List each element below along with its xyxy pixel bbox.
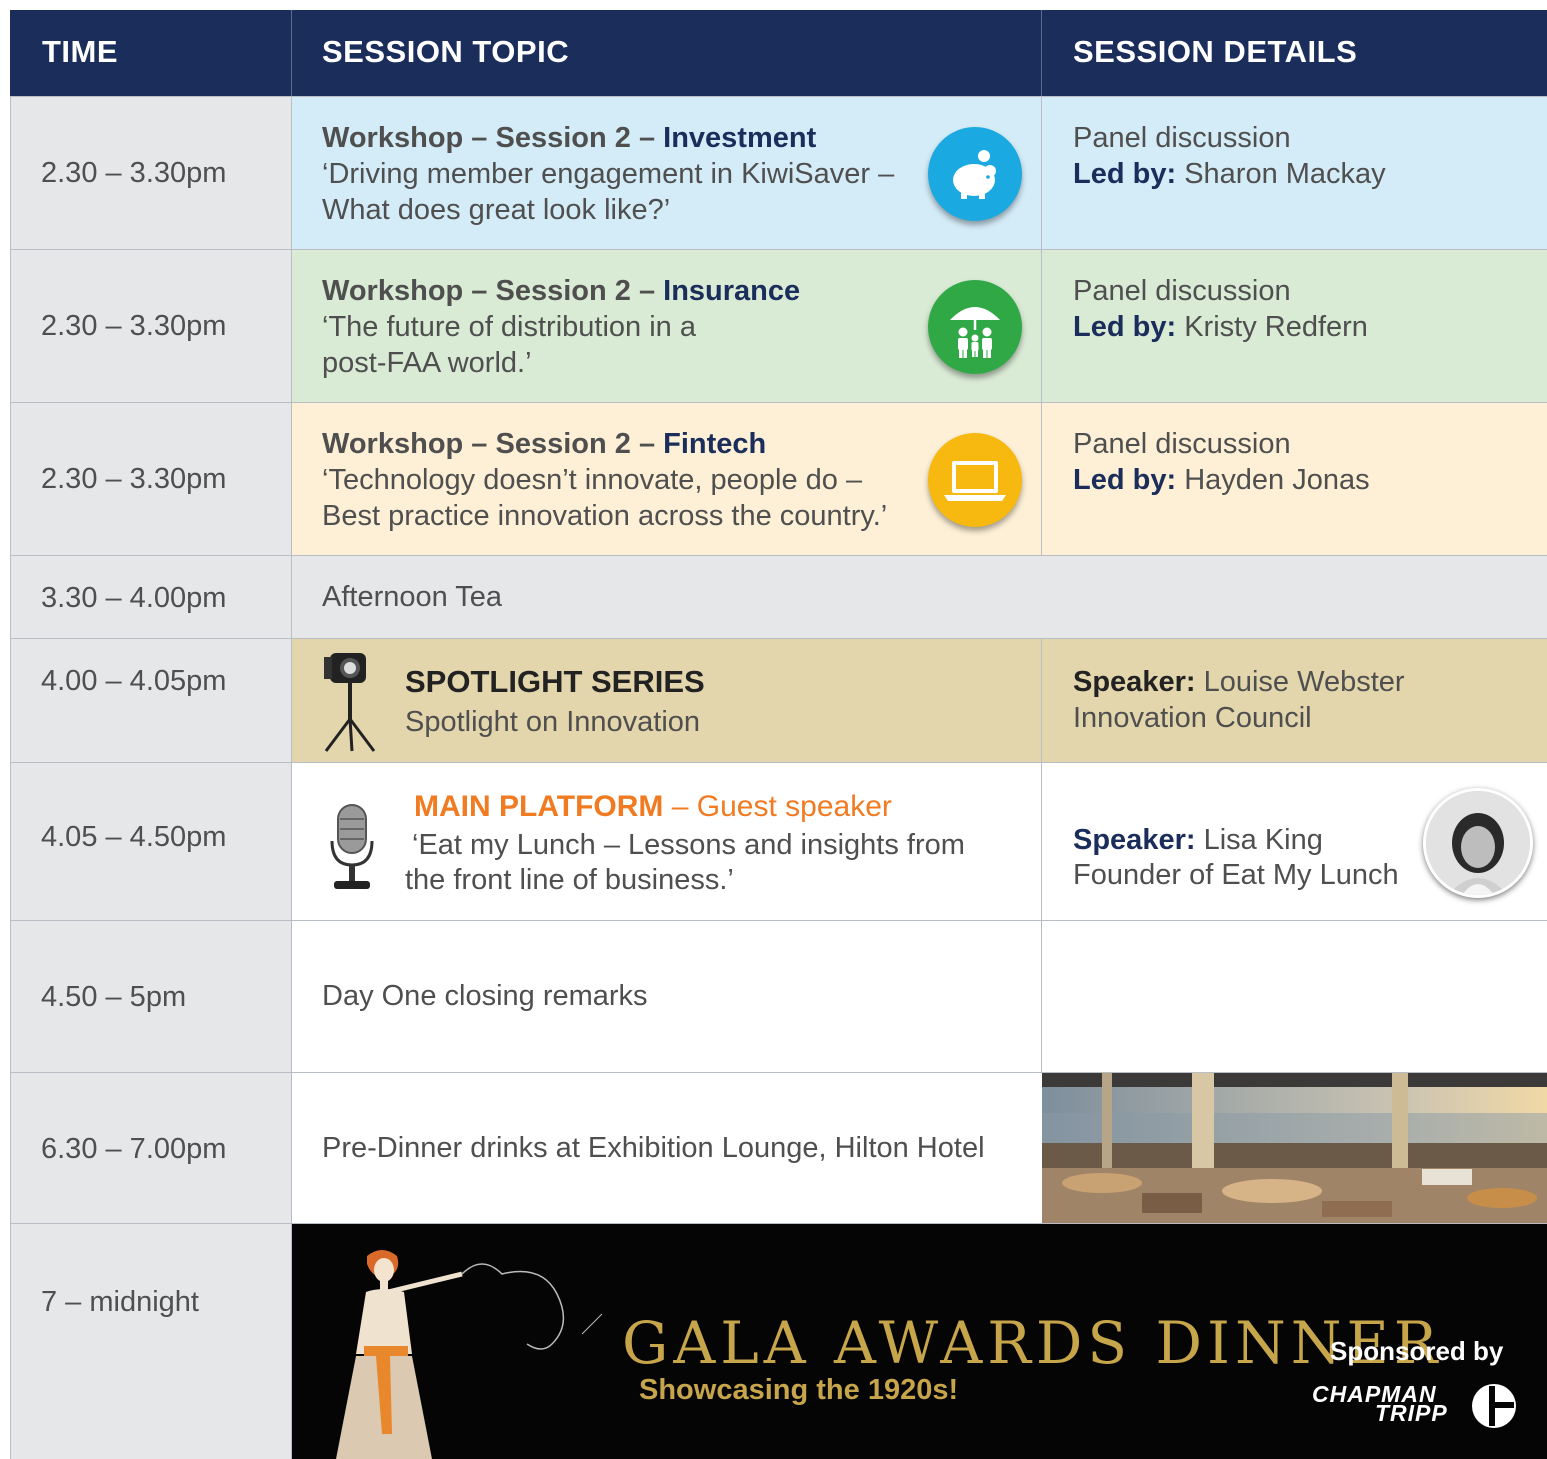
led-by: Led by: Kristy Redfern — [1073, 311, 1368, 343]
laptop-icon — [928, 433, 1022, 527]
topic-cell: Afternoon Tea — [292, 556, 1547, 639]
spotlight-subtitle: Spotlight on Innovation — [405, 706, 701, 738]
table-row: 2.30 – 3.30pm Workshop – Session 2 – Fin… — [10, 402, 1547, 556]
speaker: Speaker: Lisa King — [1073, 824, 1323, 856]
table-row: 4.05 – 4.50pm MAIN PLATFORM – Guest spea… — [10, 762, 1547, 921]
session-description: ‘Eat my Lunch – Lessons and insights fro… — [412, 829, 965, 861]
header-details: SESSION DETAILS — [1073, 34, 1358, 69]
table-row: 6.30 – 7.00pm Pre-Dinner drinks at Exhib… — [10, 1072, 1547, 1224]
time-cell: 2.30 – 3.30pm — [10, 250, 292, 403]
session-description: ‘The future of distribution in a — [322, 311, 696, 343]
session-heading: Workshop – Session 2 – Insurance — [322, 275, 801, 307]
drinks-label: Pre-Dinner drinks at Exhibition Lounge, … — [322, 1132, 985, 1164]
time-cell: 4.00 – 4.05pm — [10, 639, 292, 763]
time-label: 6.30 – 7.00pm — [41, 1133, 227, 1165]
stream-name: Fintech — [663, 428, 767, 460]
header-topic: SESSION TOPIC — [322, 34, 570, 69]
time-label: 3.30 – 4.00pm — [41, 582, 227, 614]
time-cell: 4.50 – 5pm — [10, 921, 292, 1073]
spotlight-lamp-icon — [316, 647, 386, 755]
time-label: 7 – midnight — [41, 1286, 199, 1318]
gala-title: GALA AWARDS DINNER — [622, 1309, 1443, 1377]
time-cell: 2.30 – 3.30pm — [10, 97, 292, 250]
topic-cell: Workshop – Session 2 – Investment ‘Drivi… — [292, 97, 1042, 250]
microphone-icon — [326, 801, 378, 893]
main-platform-heading: MAIN PLATFORM – Guest speaker — [414, 790, 892, 823]
table-row: 3.30 – 4.00pm Afternoon Tea — [10, 555, 1547, 639]
session-description: ‘Technology doesn’t innovate, people do … — [322, 464, 863, 496]
time-label: 2.30 – 3.30pm — [41, 310, 227, 342]
details-cell: Panel discussion Led by: Kristy Redfern — [1042, 250, 1547, 403]
sponsor-logo-icon — [1470, 1382, 1518, 1430]
table-row: 2.30 – 3.30pm Workshop – Session 2 – Ins… — [10, 249, 1547, 403]
break-label: Afternoon Tea — [322, 581, 503, 613]
session-description: the front line of business.’ — [405, 864, 734, 896]
topic-cell: Workshop – Session 2 – Insurance ‘The fu… — [292, 250, 1042, 403]
flapper-illustration — [312, 1244, 612, 1459]
speaker: Speaker: Louise Webster — [1073, 666, 1405, 698]
piggy-bank-icon — [928, 127, 1022, 221]
stream-name: Insurance — [663, 275, 801, 307]
session-heading: Workshop – Session 2 – Fintech — [322, 428, 767, 460]
sponsor-logo-text: TRIPP — [1375, 1400, 1448, 1426]
led-by: Led by: Hayden Jonas — [1073, 464, 1370, 496]
gala-subtitle: Showcasing the 1920s! — [639, 1374, 959, 1406]
details-cell: Speaker: Louise Webster Innovation Counc… — [1042, 639, 1547, 763]
header-time: TIME — [42, 34, 119, 69]
detail-type: Panel discussion — [1073, 275, 1291, 307]
time-cell: 6.30 – 7.00pm — [10, 1073, 292, 1224]
spotlight-title: SPOTLIGHT SERIES — [405, 664, 705, 699]
table-row: 4.50 – 5pm Day One closing remarks — [10, 920, 1547, 1073]
speaker-photo — [1423, 788, 1533, 898]
time-label: 2.30 – 3.30pm — [41, 463, 227, 495]
time-cell: 3.30 – 4.00pm — [10, 556, 292, 639]
table-row: 2.30 – 3.30pm Workshop – Session 2 – Inv… — [10, 96, 1547, 250]
family-umbrella-icon — [928, 280, 1022, 374]
time-cell: 7 – midnight — [10, 1224, 292, 1459]
details-cell: Panel discussion Led by: Hayden Jonas — [1042, 403, 1547, 556]
speaker-org: Innovation Council — [1073, 702, 1312, 734]
time-label: 4.00 – 4.05pm — [41, 665, 227, 697]
detail-type: Panel discussion — [1073, 428, 1291, 460]
stream-name: Investment — [663, 122, 817, 154]
topic-cell: Pre-Dinner drinks at Exhibition Lounge, … — [292, 1073, 1042, 1224]
table-row: 4.00 – 4.05pm SPOTLIGHT SERIES Spotlight… — [10, 638, 1547, 763]
time-label: 4.05 – 4.50pm — [41, 821, 227, 853]
led-by: Led by: Sharon Mackay — [1073, 158, 1386, 190]
lounge-photo — [1042, 1073, 1547, 1224]
session-description: What does great look like?’ — [322, 194, 671, 226]
session-description: post-FAA world.’ — [322, 347, 532, 379]
time-cell: 4.05 – 4.50pm — [10, 763, 292, 921]
table-row: 7 – midnight GALA AWARDS DINNER Showcasi… — [10, 1223, 1547, 1459]
sponsored-by-label: Sponsored by — [1330, 1336, 1504, 1366]
speaker-role: Founder of Eat My Lunch — [1073, 859, 1399, 891]
closing-label: Day One closing remarks — [322, 980, 648, 1012]
topic-cell: Day One closing remarks — [292, 921, 1042, 1073]
topic-cell: Workshop – Session 2 – Fintech ‘Technolo… — [292, 403, 1042, 556]
time-label: 2.30 – 3.30pm — [41, 157, 227, 189]
session-description: Best practice innovation across the coun… — [322, 500, 888, 532]
session-heading: Workshop – Session 2 – Investment — [322, 122, 817, 154]
session-description: ‘Driving member engagement in KiwiSaver … — [322, 158, 895, 190]
topic-cell: MAIN PLATFORM – Guest speaker ‘Eat my Lu… — [292, 763, 1042, 921]
time-label: 4.50 – 5pm — [41, 981, 187, 1013]
gala-banner: GALA AWARDS DINNER Showcasing the 1920s!… — [292, 1224, 1547, 1459]
topic-cell: SPOTLIGHT SERIES Spotlight on Innovation — [292, 639, 1042, 763]
details-cell — [1042, 921, 1547, 1073]
table-header: TIME SESSION TOPIC SESSION DETAILS — [10, 10, 1547, 96]
time-cell: 2.30 – 3.30pm — [10, 403, 292, 556]
schedule-table: TIME SESSION TOPIC SESSION DETAILS 2.30 … — [10, 10, 1547, 1459]
details-cell: Panel discussion Led by: Sharon Mackay — [1042, 97, 1547, 250]
detail-type: Panel discussion — [1073, 122, 1291, 154]
details-cell: Speaker: Lisa King Founder of Eat My Lun… — [1042, 763, 1547, 921]
